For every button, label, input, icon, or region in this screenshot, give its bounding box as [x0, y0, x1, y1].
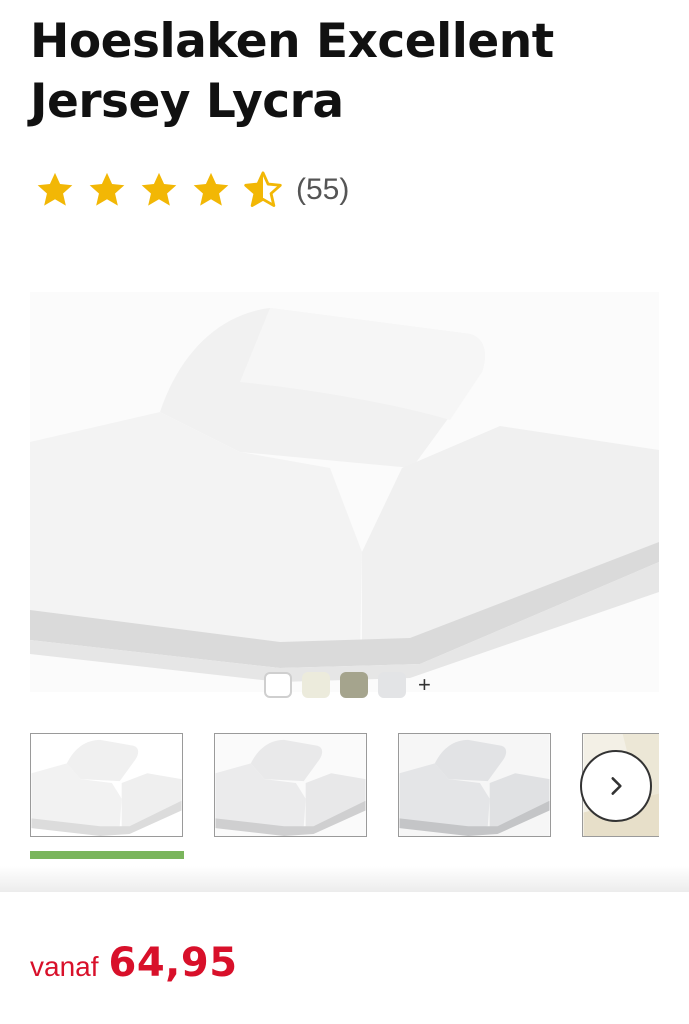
- product-rating[interactable]: (55): [34, 170, 349, 210]
- next-thumbnail-button[interactable]: [580, 750, 652, 822]
- thumbnail-3[interactable]: [398, 733, 551, 837]
- thumbnail-strip: [30, 733, 659, 839]
- price-prefix: vanaf: [30, 951, 99, 982]
- swatch-taupe[interactable]: [340, 672, 368, 698]
- star-full-icon: [193, 172, 229, 206]
- product-image[interactable]: [30, 292, 659, 692]
- price-block: vanaf 64,95: [30, 940, 238, 986]
- thumbnail-1[interactable]: [30, 733, 183, 837]
- swatch-white[interactable]: [264, 672, 292, 698]
- swatch-cream[interactable]: [302, 672, 330, 698]
- thumbnail-image: [31, 734, 182, 836]
- star-half-icon: [244, 171, 282, 207]
- product-title-line-2: Jersey Lycra: [30, 74, 344, 129]
- swatch-light-grey[interactable]: [378, 672, 406, 698]
- more-colors-button[interactable]: +: [418, 672, 431, 698]
- star-full-icon: [89, 172, 125, 206]
- active-thumbnail-indicator: [30, 851, 184, 859]
- thumbnail-2[interactable]: [214, 733, 367, 837]
- thumbnail-image: [399, 734, 550, 836]
- star-full-icon: [37, 172, 73, 206]
- rating-stars: [34, 169, 284, 211]
- chevron-right-icon: [611, 777, 622, 795]
- split-topper-image: [30, 292, 659, 692]
- rating-count[interactable]: (55): [296, 173, 349, 207]
- product-title-line-1: Hoeslaken Excellent: [30, 14, 554, 69]
- price-value: 64,95: [108, 940, 238, 986]
- thumbnail-image: [215, 734, 366, 836]
- color-swatches: +: [264, 672, 431, 698]
- product-title: Hoeslaken Excellent Jersey Lycra: [30, 12, 670, 132]
- star-full-icon: [141, 172, 177, 206]
- section-divider: [0, 866, 689, 892]
